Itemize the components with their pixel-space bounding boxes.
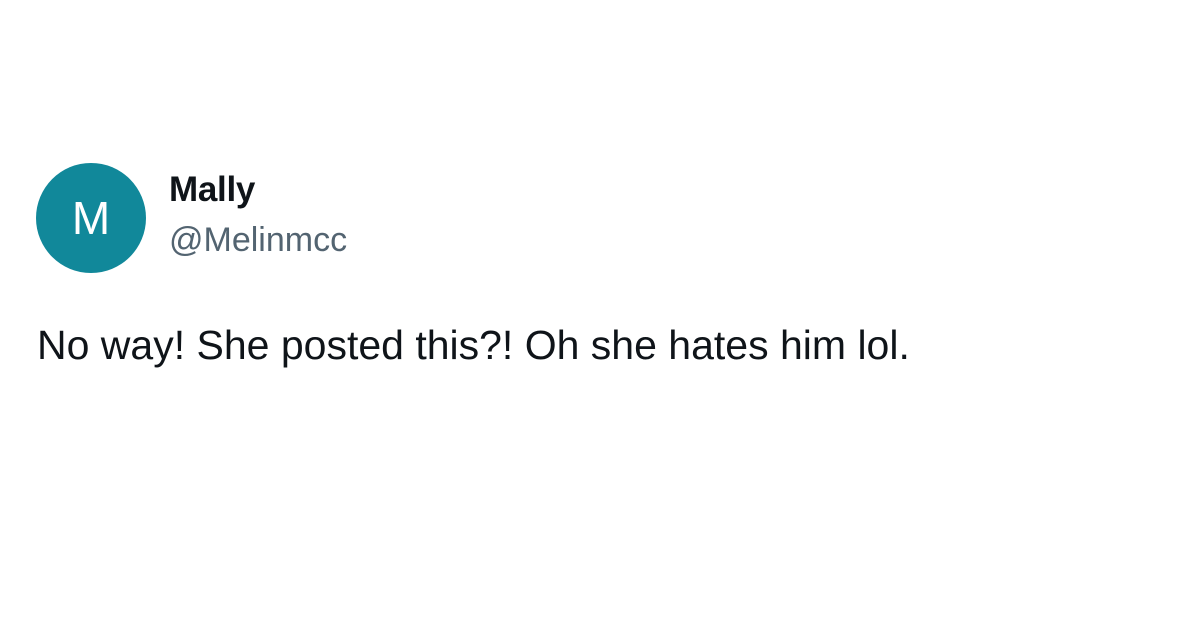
tweet-text: No way! She posted this?! Oh she hates h… [37,322,910,368]
user-info: Mally @Melinmcc [169,166,347,262]
tweet-card: M Mally @Melinmcc No way! She posted thi… [0,0,1200,630]
display-name[interactable]: Mally [169,166,347,214]
avatar[interactable]: M [36,163,146,273]
user-handle[interactable]: @Melinmcc [169,218,347,262]
